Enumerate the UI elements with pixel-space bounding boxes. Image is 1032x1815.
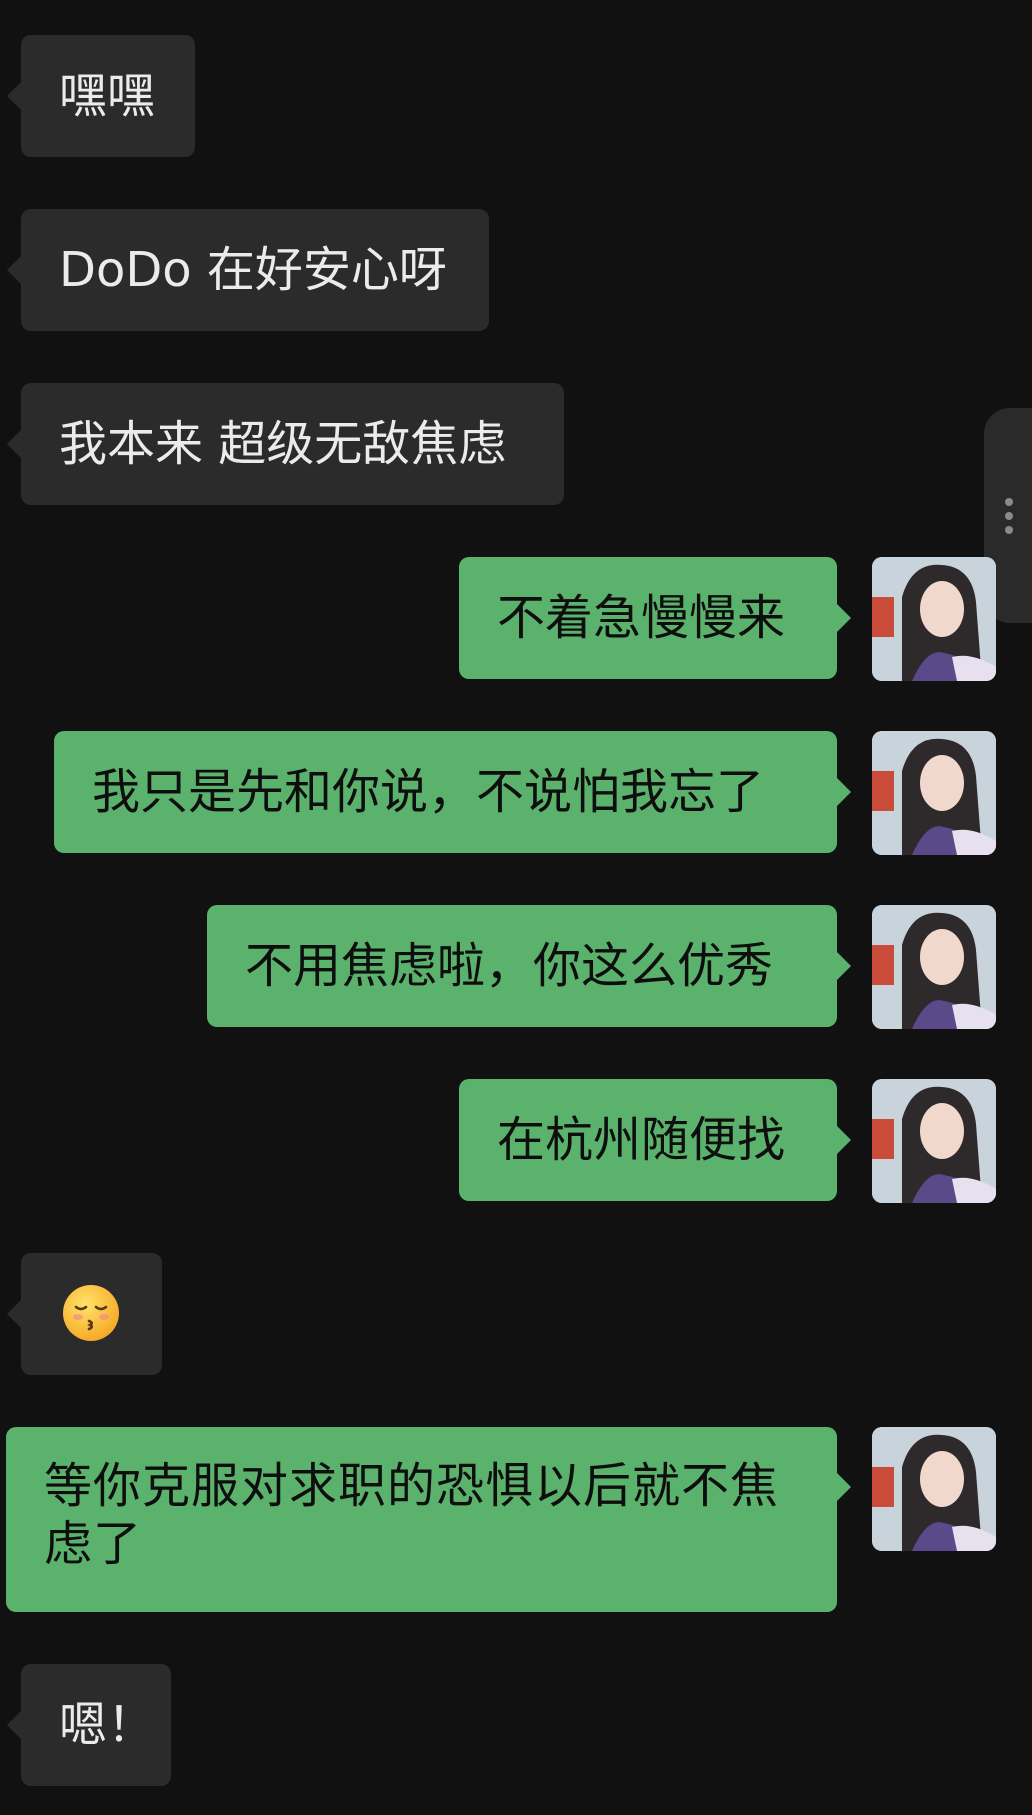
chat-message-list[interactable]: 嘿嘿 DoDo 在好安心呀 我本来 超级无敌焦虑 不着急慢慢来 我只是先和你说，… <box>0 0 1032 1815</box>
incoming-message-bubble[interactable] <box>7 1253 162 1375</box>
message-text: 我只是先和你说，不说怕我忘了 <box>92 764 765 820</box>
outgoing-message-bubble[interactable]: 我只是先和你说，不说怕我忘了 <box>54 731 851 853</box>
incoming-message-bubble[interactable]: 嘿嘿 <box>7 35 195 157</box>
outgoing-message-bubble[interactable]: 在杭州随便找 <box>459 1079 851 1201</box>
user-avatar[interactable] <box>872 1427 996 1551</box>
message-text: 等你克服对求职的恐惧以后就不焦虑了 <box>44 1458 780 1572</box>
user-avatar[interactable] <box>872 557 996 681</box>
avatar-photo-icon <box>872 905 996 1029</box>
message-text: 不着急慢慢来 <box>497 590 786 646</box>
outgoing-message-bubble[interactable]: 不用焦虑啦，你这么优秀 <box>207 905 851 1027</box>
user-avatar[interactable] <box>872 731 996 855</box>
message-text: 我本来 超级无敌焦虑 <box>59 416 507 472</box>
user-avatar[interactable] <box>872 905 996 1029</box>
message-text: DoDo 在好安心呀 <box>59 242 447 298</box>
incoming-message-bubble[interactable]: 嗯！ <box>7 1664 171 1786</box>
avatar-photo-icon <box>872 1079 996 1203</box>
avatar-photo-icon <box>872 731 996 855</box>
user-avatar[interactable] <box>872 1079 996 1203</box>
incoming-message-bubble[interactable]: DoDo 在好安心呀 <box>7 209 489 331</box>
message-text: 嗯！ <box>59 1697 156 1753</box>
message-text: 在杭州随便找 <box>497 1112 786 1168</box>
incoming-message-bubble[interactable]: 我本来 超级无敌焦虑 <box>7 383 564 505</box>
avatar-photo-icon <box>872 557 996 681</box>
kissing-face-with-closed-eyes-icon <box>63 1285 119 1341</box>
avatar-photo-icon <box>872 1427 996 1551</box>
outgoing-message-bubble[interactable]: 等你克服对求职的恐惧以后就不焦虑了 <box>6 1427 851 1612</box>
message-text: 不用焦虑啦，你这么优秀 <box>245 938 774 994</box>
message-text: 嘿嘿 <box>59 68 156 124</box>
outgoing-message-bubble[interactable]: 不着急慢慢来 <box>459 557 851 679</box>
